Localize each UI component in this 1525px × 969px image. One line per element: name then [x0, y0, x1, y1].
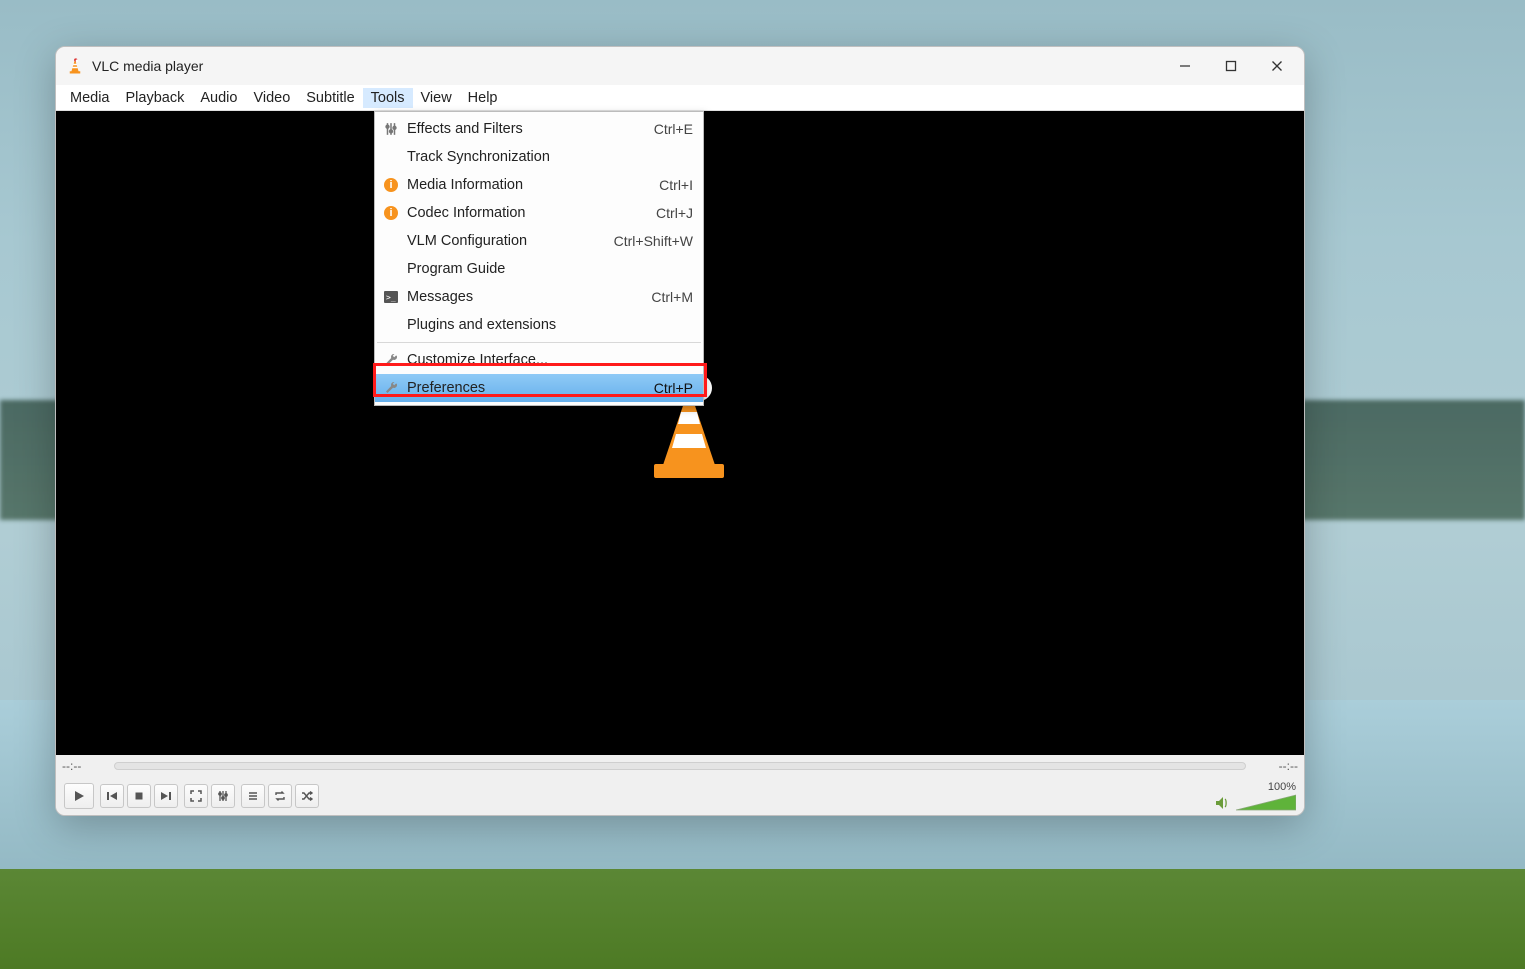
menu-separator [377, 342, 701, 343]
shuffle-button[interactable] [295, 784, 319, 808]
menuitem-plugins-and-extensions[interactable]: Plugins and extensions [375, 311, 703, 339]
menuitem-label: Customize Interface... [401, 352, 693, 368]
speaker-icon [1214, 795, 1230, 811]
extended-settings-button[interactable] [211, 784, 235, 808]
menu-tools[interactable]: Tools [363, 88, 413, 108]
wrench-icon [381, 353, 401, 367]
info-icon: i [381, 206, 401, 220]
menuitem-label: Plugins and extensions [401, 317, 693, 333]
menuitem-shortcut: Ctrl+J [656, 205, 693, 221]
playlist-group [241, 784, 319, 808]
menuitem-label: Messages [401, 289, 651, 305]
menuitem-messages[interactable]: >_ MessagesCtrl+M [375, 283, 703, 311]
menu-audio[interactable]: Audio [192, 88, 245, 108]
menuitem-label: Track Synchronization [401, 149, 693, 165]
menuitem-label: Media Information [401, 177, 659, 193]
stop-button[interactable] [127, 784, 151, 808]
menuitem-label: Codec Information [401, 205, 656, 221]
vlc-window: VLC media player MediaPlaybackAudioVideo… [55, 46, 1305, 816]
menuitem-label: Program Guide [401, 261, 693, 277]
menu-media[interactable]: Media [62, 88, 118, 108]
menuitem-shortcut: Ctrl+P [654, 380, 693, 396]
menu-playback[interactable]: Playback [118, 88, 193, 108]
volume-control[interactable]: 100% [1214, 781, 1296, 811]
transport-group [100, 784, 178, 808]
volume-slider[interactable] [1236, 793, 1296, 811]
menu-view[interactable]: View [413, 88, 460, 108]
status-row: --:-- --:-- [56, 755, 1304, 777]
wallpaper-grass [0, 869, 1525, 969]
menuitem-preferences[interactable]: PreferencesCtrl+P [375, 374, 703, 402]
menuitem-shortcut: Ctrl+E [654, 121, 693, 137]
menuitem-effects-and-filters[interactable]: Effects and FiltersCtrl+E [375, 115, 703, 143]
minimize-button[interactable] [1162, 50, 1208, 82]
sliders-icon [381, 122, 401, 136]
menuitem-shortcut: Ctrl+M [651, 289, 693, 305]
fullscreen-button[interactable] [184, 784, 208, 808]
loop-button[interactable] [268, 784, 292, 808]
playlist-button[interactable] [241, 784, 265, 808]
previous-button[interactable] [100, 784, 124, 808]
menuitem-label: VLM Configuration [401, 233, 614, 249]
window-controls [1162, 50, 1300, 82]
vlc-cone-icon [66, 57, 84, 75]
time-remaining[interactable]: --:-- [1254, 759, 1298, 773]
terminal-icon: >_ [381, 291, 401, 303]
menu-help[interactable]: Help [460, 88, 506, 108]
maximize-button[interactable] [1208, 50, 1254, 82]
menuitem-customize-interface[interactable]: Customize Interface... [375, 346, 703, 374]
menu-subtitle[interactable]: Subtitle [298, 88, 362, 108]
tools-dropdown: Effects and FiltersCtrl+E Track Synchroni… [374, 111, 704, 406]
view-group [184, 784, 235, 808]
info-icon: i [381, 178, 401, 192]
volume-percent: 100% [1268, 781, 1296, 793]
titlebar: VLC media player [56, 47, 1304, 85]
menuitem-label: Preferences [401, 380, 654, 396]
menuitem-program-guide[interactable]: Program Guide [375, 255, 703, 283]
menuitem-media-information[interactable]: iMedia InformationCtrl+I [375, 171, 703, 199]
menuitem-shortcut: Ctrl+Shift+W [614, 233, 693, 249]
svg-text:>_: >_ [386, 293, 396, 302]
window-title: VLC media player [92, 58, 203, 74]
wrench-icon [381, 381, 401, 395]
time-elapsed[interactable]: --:-- [62, 759, 106, 773]
menuitem-codec-information[interactable]: iCodec InformationCtrl+J [375, 199, 703, 227]
seek-slider[interactable] [114, 762, 1246, 770]
close-button[interactable] [1254, 50, 1300, 82]
menuitem-label: Effects and Filters [401, 121, 654, 137]
controls-row: 100% [56, 777, 1304, 815]
menu-video[interactable]: Video [245, 88, 298, 108]
menuitem-shortcut: Ctrl+I [659, 177, 693, 193]
play-button[interactable] [64, 783, 94, 809]
menuitem-vlm-configuration[interactable]: VLM ConfigurationCtrl+Shift+W [375, 227, 703, 255]
menuitem-track-synchronization[interactable]: Track Synchronization [375, 143, 703, 171]
menubar: MediaPlaybackAudioVideoSubtitleToolsView… [56, 85, 1304, 111]
next-button[interactable] [154, 784, 178, 808]
